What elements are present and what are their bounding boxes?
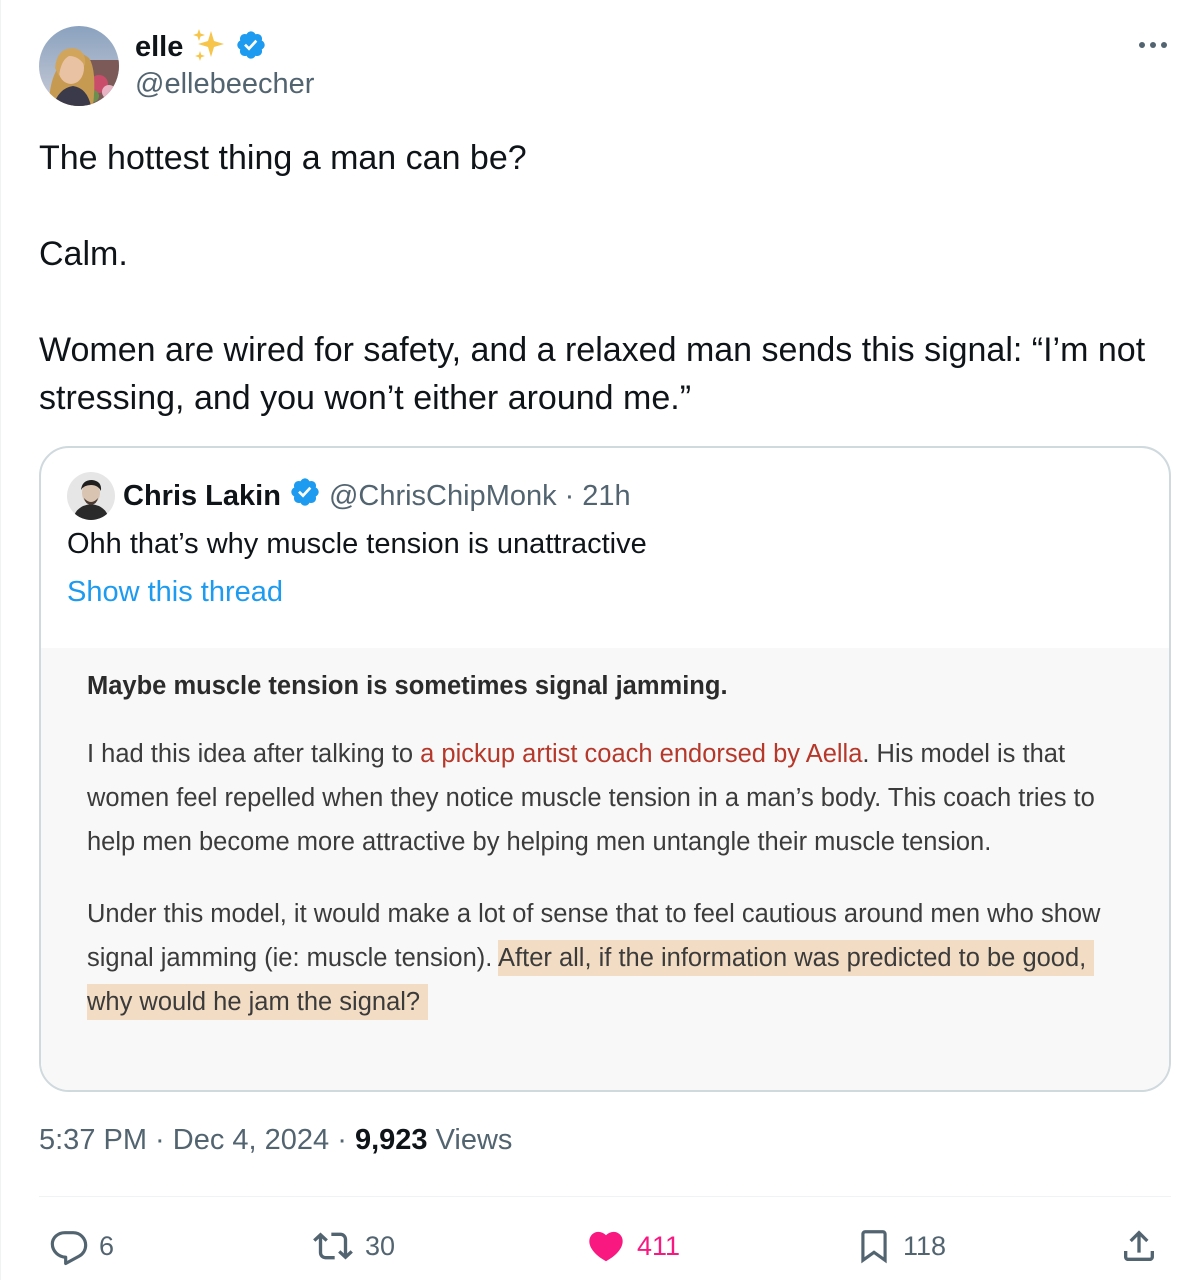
tweet-text-line-3: Women are wired for safety, and a relaxe… — [39, 331, 1146, 417]
quoted-author-handle[interactable]: @ChrisChipMonk — [329, 480, 557, 513]
tweet-meta: 5:37 PM · Dec 4, 2024 · 9,923 Views — [39, 1124, 512, 1157]
tweet-detail: elle @ellebeecher The hottest thing a ma… — [0, 0, 1190, 1280]
sparkles-emoji — [191, 27, 227, 68]
article-heading: Maybe muscle tension is sometimes signal… — [87, 672, 728, 700]
divider — [39, 1196, 1171, 1197]
share-button[interactable] — [1119, 1220, 1159, 1272]
quoted-media-image[interactable]: Maybe muscle tension is sometimes signal… — [41, 648, 1169, 1090]
tweet-text-line-2: Calm. — [39, 235, 128, 273]
quoted-author-avatar[interactable] — [67, 472, 115, 520]
article-paragraph-1: I had this idea after talking to a picku… — [87, 732, 1137, 864]
show-thread-link[interactable]: Show this thread — [67, 576, 283, 609]
verified-badge-icon[interactable] — [235, 29, 267, 66]
reply-count: 6 — [99, 1230, 115, 1261]
quoted-separator: · — [564, 479, 575, 512]
retweet-count: 30 — [365, 1230, 396, 1261]
quoted-verified-badge-icon[interactable] — [289, 476, 321, 516]
reply-icon — [50, 1231, 88, 1266]
bookmark-icon — [861, 1230, 887, 1264]
tweet-time[interactable]: 5:37 PM — [39, 1124, 147, 1156]
heart-icon — [589, 1231, 623, 1262]
bookmark-button[interactable]: 118 — [855, 1220, 946, 1272]
article-paragraph-2: Under this model, it would make a lot of… — [87, 892, 1137, 1024]
quoted-author-name[interactable]: Chris Lakin — [123, 480, 281, 513]
quoted-tweet-card[interactable]: Chris Lakin @ChrisChipMonk · 21h Ohh tha… — [39, 446, 1171, 1092]
quoted-timestamp[interactable]: 21h — [582, 480, 630, 513]
bookmark-count: 118 — [903, 1230, 947, 1261]
retweet-button[interactable]: 30 — [311, 1220, 395, 1272]
author-handle[interactable]: @ellebeecher — [135, 68, 314, 101]
reply-button[interactable]: 6 — [49, 1220, 114, 1272]
retweet-icon — [313, 1232, 353, 1260]
article-p1-text-before: I had this idea after talking to — [87, 740, 421, 768]
share-icon — [1124, 1230, 1154, 1261]
author-name[interactable]: elle — [135, 31, 183, 64]
views-label: Views — [427, 1124, 513, 1156]
action-bar: 6 30 411 118 — [39, 1220, 1171, 1272]
article-screenshot: Maybe muscle tension is sometimes signal… — [87, 668, 1137, 1052]
quoted-header: Chris Lakin @ChrisChipMonk · 21h — [123, 474, 631, 518]
meta-separator-1: · — [147, 1124, 173, 1156]
tweet-date[interactable]: Dec 4, 2024 — [173, 1124, 329, 1156]
tweet-text: The hottest thing a man can be? Calm. Wo… — [39, 134, 1149, 422]
views-count[interactable]: 9,923 — [355, 1124, 428, 1156]
meta-separator-2: · — [329, 1124, 355, 1156]
like-count: 411 — [637, 1230, 681, 1261]
tweet-text-line-1: The hottest thing a man can be? — [39, 139, 527, 177]
quoted-tweet-text: Ohh that’s why muscle tension is unattra… — [67, 528, 647, 560]
like-button[interactable]: 411 — [585, 1220, 680, 1272]
author-name-row: elle — [135, 28, 267, 66]
more-options-icon[interactable] — [1135, 30, 1171, 60]
author-avatar[interactable] — [39, 26, 119, 106]
article-link: a pickup artist coach endorsed by Aella — [420, 740, 863, 768]
